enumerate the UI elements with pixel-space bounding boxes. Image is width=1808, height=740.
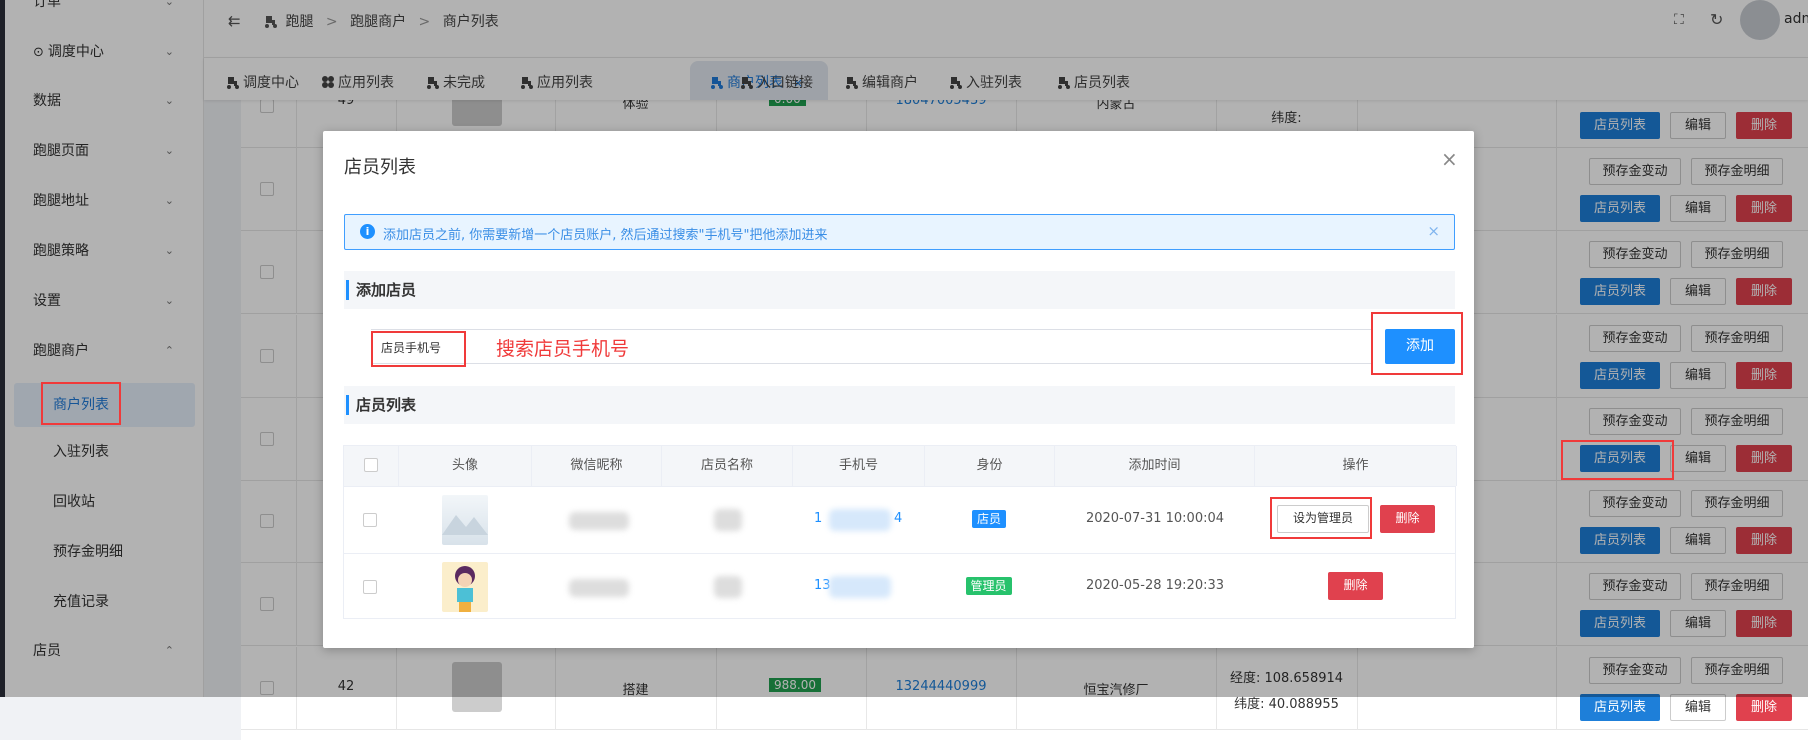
- annotation-box-phone-label: [371, 331, 466, 367]
- staff-table: 头像 微信昵称 店员名称 手机号 身份 添加时间 操作 1 4 店员 2020-07-31 10:0…: [343, 445, 1457, 620]
- delete-staff-button[interactable]: 删除: [1328, 572, 1383, 600]
- delete-button[interactable]: 删除: [1736, 694, 1792, 721]
- column-header: 手机号: [793, 446, 925, 486]
- phone-search-input[interactable]: 店员手机号 搜索店员手机号: [371, 329, 1372, 364]
- phone-blurred: [829, 509, 891, 531]
- annotation-box-sidebar: [41, 382, 121, 425]
- alert-close-icon[interactable]: ×: [1427, 222, 1440, 240]
- phone-start[interactable]: 1: [814, 511, 822, 526]
- alert-text: 添加店员之前, 你需要新增一个店员账户, 然后通过搜索"手机号"把他添加进来: [383, 228, 828, 243]
- info-alert: i 添加店员之前, 你需要新增一个店员账户, 然后通过搜索"手机号"把他添加进来…: [344, 214, 1455, 250]
- phone-end[interactable]: 4: [894, 511, 902, 526]
- wechat-nickname-blurred: [569, 579, 629, 597]
- column-header: 身份: [925, 446, 1055, 486]
- dialog-title: 店员列表: [344, 157, 416, 178]
- header-select-all: [344, 446, 399, 486]
- staff-list-button[interactable]: 店员列表: [1580, 694, 1660, 721]
- role-badge: 管理员: [965, 577, 1012, 595]
- staff-avatar: [442, 495, 488, 545]
- staff-avatar: [442, 562, 488, 612]
- edit-button[interactable]: 编辑: [1670, 694, 1726, 721]
- annotation-box-staff-list-button: [1561, 440, 1674, 480]
- delete-staff-button[interactable]: 删除: [1380, 505, 1435, 533]
- added-time: 2020-05-28 19:20:33: [1085, 578, 1225, 593]
- column-header: 添加时间: [1055, 446, 1255, 486]
- annotation-box-set-admin: [1270, 497, 1372, 539]
- column-header: 操作: [1255, 446, 1457, 486]
- row-checkbox[interactable]: [363, 580, 377, 594]
- added-time: 2020-07-31 10:00:04: [1085, 511, 1225, 526]
- column-header: 头像: [399, 446, 532, 486]
- info-icon: i: [360, 224, 375, 239]
- select-all-checkbox[interactable]: [364, 458, 378, 472]
- staff-row: 13 管理员 2020-05-28 19:20:33 删除: [344, 553, 1455, 620]
- close-icon[interactable]: ×: [1441, 147, 1458, 171]
- role-badge: 店员: [972, 510, 1007, 528]
- staff-name-blurred: [714, 576, 742, 598]
- column-header: 微信昵称: [532, 446, 662, 486]
- staff-row: 1 4 店员 2020-07-31 10:00:04 设为管理员 删除: [344, 486, 1455, 553]
- section-staff-list: 店员列表: [344, 386, 1455, 424]
- row-checkbox[interactable]: [363, 513, 377, 527]
- annotation-box-add-button: [1371, 312, 1463, 375]
- column-header: 店员名称: [662, 446, 793, 486]
- section-add-staff: 添加店员: [344, 271, 1455, 309]
- staff-name-blurred: [714, 509, 742, 531]
- phone-blurred: [829, 576, 891, 598]
- wechat-nickname-blurred: [569, 512, 629, 530]
- staff-list-dialog: 店员列表 × i 添加店员之前, 你需要新增一个店员账户, 然后通过搜索"手机号…: [323, 131, 1474, 648]
- annotation-text: 搜索店员手机号: [496, 338, 630, 360]
